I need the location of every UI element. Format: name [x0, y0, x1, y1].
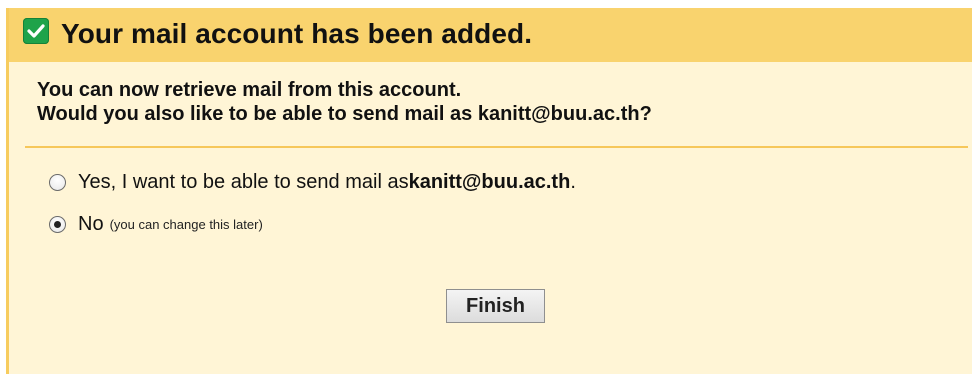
send-as-no-radio[interactable] [49, 216, 66, 233]
success-header: Your mail account has been added. [9, 8, 972, 62]
finish-button[interactable]: Finish [446, 289, 545, 323]
divider [25, 146, 968, 148]
send-as-yes-suffix: . [570, 171, 576, 193]
add-account-dialog: Your mail account has been added. You ca… [6, 8, 972, 374]
send-as-no-option[interactable]: No (you can change this later) [49, 213, 263, 236]
intro-line-2: Would you also like to be able to send m… [37, 103, 652, 125]
intro-text: You can now retrieve mail from this acco… [37, 78, 652, 126]
send-as-yes-option[interactable]: Yes, I want to be able to send mail as k… [49, 171, 576, 194]
intro-line-1: You can now retrieve mail from this acco… [37, 79, 462, 101]
check-icon [23, 18, 49, 44]
send-as-no-label: No [78, 213, 104, 235]
send-as-no-hint: (you can change this later) [109, 217, 263, 232]
send-as-email: kanitt@buu.ac.th [408, 171, 571, 193]
success-title: Your mail account has been added. [61, 18, 533, 49]
send-as-yes-label: Yes, I want to be able to send mail as [78, 171, 409, 193]
send-as-yes-radio[interactable] [49, 174, 66, 191]
